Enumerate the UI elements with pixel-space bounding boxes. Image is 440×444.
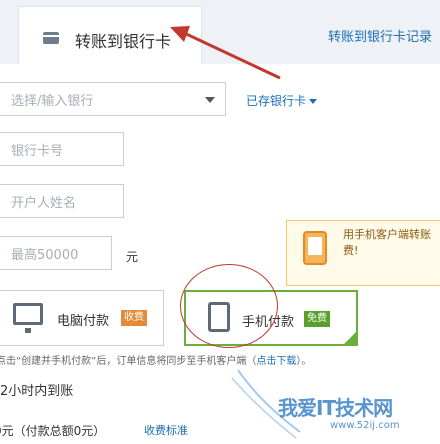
amount-placeholder: 最高50000 xyxy=(11,247,79,263)
pc-payment-label: 电脑付款 xyxy=(57,314,110,329)
sync-note-text: 点击“创建并手机付款”后，订单信息将同步至手机客户端（ xyxy=(0,356,257,367)
arrival-time: 2小时内到账 xyxy=(0,384,74,399)
fee-badge: 收费 xyxy=(121,310,147,326)
watermark-url: www.52ij.com xyxy=(330,420,400,431)
account-holder-input[interactable]: 开户人姓名 xyxy=(0,184,124,218)
saved-cards-dropdown[interactable]: 已存银行卡 xyxy=(246,92,318,109)
watermark-swoosh-icon xyxy=(231,369,301,439)
watermark-title: 我爱IT技术网 xyxy=(278,396,393,420)
fee-standard-link[interactable]: 收费标准 xyxy=(144,422,188,438)
selected-check-icon xyxy=(344,332,356,344)
download-link[interactable]: 点击下载 xyxy=(256,356,296,367)
bank-select-placeholder: 选择/输入银行 xyxy=(11,93,94,109)
phone-icon xyxy=(303,231,327,265)
mobile-payment-option[interactable]: 手机付款 免费 xyxy=(184,290,358,346)
amount-unit: 元 xyxy=(126,250,139,264)
bank-select[interactable]: 选择/输入银行 xyxy=(0,82,226,116)
watermark: 我爱IT技术网 www.52ij.com xyxy=(230,362,440,440)
card-number-input[interactable]: 银行卡号 xyxy=(0,132,124,166)
transfer-record-link[interactable]: 转账到银行卡记录 xyxy=(328,26,432,45)
tab-label: 转账到银行卡 xyxy=(75,32,172,51)
pc-payment-option[interactable]: 电脑付款 收费 xyxy=(0,290,164,346)
monitor-icon xyxy=(13,303,43,333)
mobile-tip-text: 用手机客户端转账 费! xyxy=(343,228,431,257)
tablet-icon xyxy=(208,302,230,332)
saved-cards-label: 已存银行卡 xyxy=(246,94,307,108)
account-holder-placeholder: 开户人姓名 xyxy=(11,195,77,211)
sync-note: 点击“创建并手机付款”后，订单信息将同步至手机客户端（点击下载）。 xyxy=(0,352,311,367)
caret-down-icon xyxy=(309,99,318,104)
tab-transfer-to-bank-card[interactable]: 转账到银行卡 xyxy=(18,6,202,64)
mobile-tip-box: 用手机客户端转账 费! xyxy=(286,220,440,286)
sync-note-tail: ）。 xyxy=(296,356,312,367)
card-icon xyxy=(43,32,59,44)
free-badge: 免费 xyxy=(304,311,330,327)
fee-summary: 0元（付款总额0元） xyxy=(0,424,106,438)
chevron-down-icon xyxy=(205,97,215,103)
card-number-placeholder: 银行卡号 xyxy=(11,143,64,159)
amount-input[interactable]: 最高50000 xyxy=(0,236,112,270)
mobile-payment-label: 手机付款 xyxy=(242,315,295,330)
